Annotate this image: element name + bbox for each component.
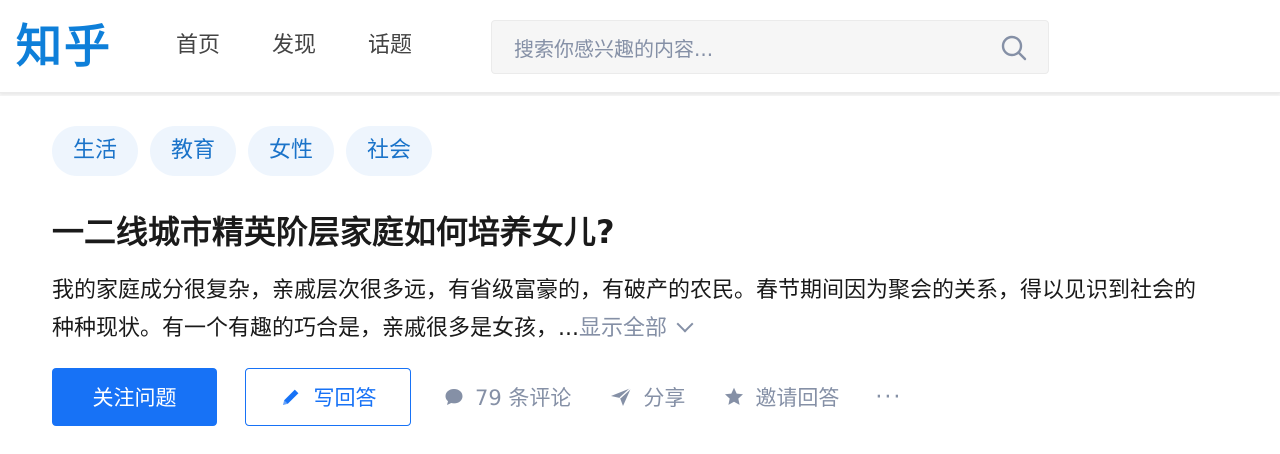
zhihu-logo[interactable]: 知乎 <box>16 18 112 74</box>
question-excerpt: 我的家庭成分很复杂，亲戚层次很多远，有省级富豪的，有破产的农民。春节期间因为聚会… <box>52 272 1212 348</box>
topic-tag[interactable]: 社会 <box>346 126 433 176</box>
show-all-link[interactable]: 显示全部 <box>578 315 694 341</box>
search-box <box>491 20 1049 74</box>
page: 知乎 首页 发现 话题 生活 教育 女性 社会 一二线城市精英阶层家庭如何培养女… <box>0 0 1280 454</box>
topic-tag[interactable]: 教育 <box>150 126 237 176</box>
share-button[interactable]: 分享 <box>609 382 685 412</box>
topic-tag[interactable]: 女性 <box>248 126 335 176</box>
nav-item-home[interactable]: 首页 <box>176 30 220 62</box>
question-actions: 关注问题 写回答 79 条评论 分享 邀请回答 ··· <box>52 368 902 426</box>
topic-tag-list: 生活 教育 女性 社会 <box>52 126 433 176</box>
share-label: 分享 <box>643 386 686 410</box>
search-input[interactable] <box>512 33 976 65</box>
invite-label: 邀请回答 <box>755 386 840 410</box>
follow-question-button[interactable]: 关注问题 <box>52 368 217 426</box>
chevron-down-icon <box>676 315 694 333</box>
topic-tag[interactable]: 生活 <box>52 126 139 176</box>
question-card: 生活 教育 女性 社会 一二线城市精英阶层家庭如何培养女儿? 我的家庭成分很复杂… <box>0 96 1280 454</box>
more-options-button[interactable]: ··· <box>875 385 902 410</box>
search-icon[interactable] <box>1000 34 1028 62</box>
show-all-label: 显示全部 <box>578 316 667 341</box>
main-nav: 首页 发现 话题 <box>176 30 412 62</box>
comment-bubble-icon <box>443 386 465 408</box>
nav-item-explore[interactable]: 发现 <box>272 30 316 62</box>
write-answer-button[interactable]: 写回答 <box>245 368 411 426</box>
star-icon <box>723 386 745 408</box>
pencil-icon <box>280 386 302 408</box>
question-title[interactable]: 一二线城市精英阶层家庭如何培养女儿? <box>52 209 615 255</box>
write-answer-label: 写回答 <box>313 386 377 410</box>
paper-plane-icon <box>609 386 633 408</box>
comments-label: 79 条评论 <box>475 386 572 410</box>
comments-button[interactable]: 79 条评论 <box>443 382 571 412</box>
invite-answer-button[interactable]: 邀请回答 <box>723 382 839 412</box>
top-navbar: 知乎 首页 发现 话题 <box>0 0 1280 93</box>
nav-item-topics[interactable]: 话题 <box>368 30 412 62</box>
